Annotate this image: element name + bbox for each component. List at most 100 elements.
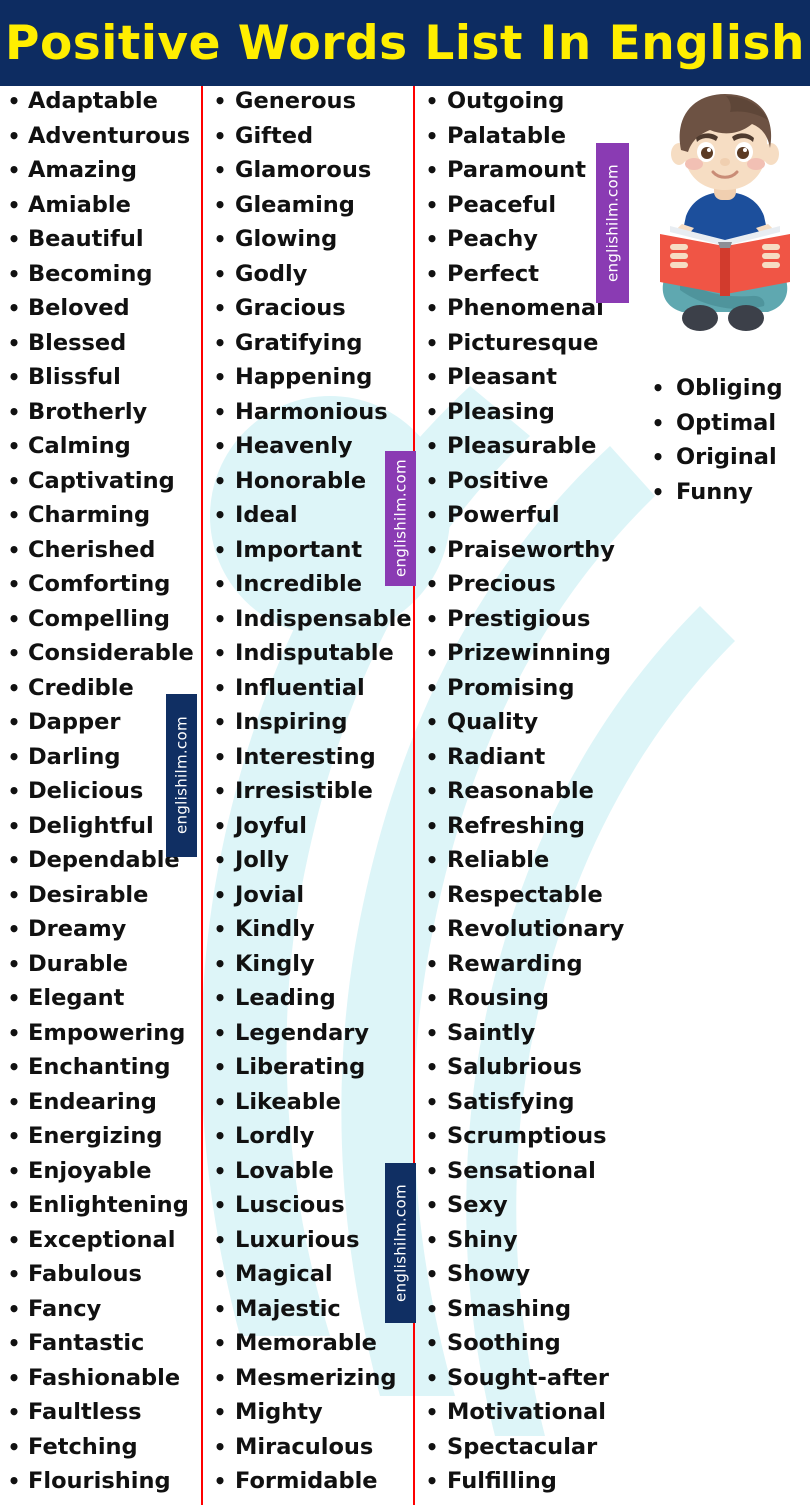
word-item: • Jolly	[205, 847, 412, 882]
word-item: • Original	[640, 444, 810, 479]
word-item: • Indispensable	[205, 606, 412, 641]
word-label: Enchanting	[28, 1054, 171, 1080]
word-item: • Irresistible	[205, 778, 412, 813]
word-item: • Magical	[205, 1261, 412, 1296]
bullet-icon: •	[425, 158, 439, 182]
word-item: • Gifted	[205, 123, 412, 158]
word-label: Elegant	[28, 985, 125, 1011]
bullet-icon: •	[213, 468, 227, 493]
word-label: Respectable	[447, 881, 603, 908]
word-label: Powerful	[447, 502, 560, 528]
bullet-icon: •	[7, 1365, 21, 1390]
word-item: • Empowering	[0, 1020, 200, 1055]
word-item: • Pleasurable	[417, 433, 632, 468]
bullet-icon: •	[7, 1469, 21, 1493]
bullet-icon: •	[213, 779, 227, 803]
word-label: Soothing	[447, 1330, 561, 1356]
word-label: Miraculous	[235, 1433, 374, 1460]
word-item: • Important	[205, 537, 412, 572]
word-item: • Fabulous	[0, 1261, 200, 1296]
bullet-icon: •	[7, 399, 21, 424]
word-column-4: • Obliging • Optimal • Original • Funny	[640, 86, 810, 513]
word-item: • Beloved	[0, 295, 200, 330]
word-label: Empowering	[28, 1019, 186, 1046]
word-item: • Reliable	[417, 847, 632, 882]
word-item: • Gratifying	[205, 330, 412, 365]
bullet-icon: •	[425, 779, 439, 803]
column-divider-1	[201, 86, 203, 1505]
bullet-icon: •	[213, 951, 227, 976]
bullet-icon: •	[651, 376, 665, 400]
word-item: • Sensational	[417, 1158, 632, 1193]
word-label: Kingly	[235, 950, 315, 977]
word-label: Happening	[235, 364, 373, 390]
bullet-icon: •	[425, 882, 439, 907]
word-label: Outgoing	[447, 88, 565, 114]
word-column-2: • Generous • Gifted • Glamorous • Gleaming • Glow…	[205, 86, 412, 1503]
bullet-icon: •	[213, 434, 227, 458]
word-label: Luxurious	[235, 1226, 360, 1253]
word-item: • Rousing	[417, 985, 632, 1020]
bullet-icon: •	[213, 606, 227, 631]
word-label: Cherished	[28, 536, 156, 563]
word-label: Exceptional	[28, 1226, 176, 1253]
word-item: • Glamorous	[205, 157, 412, 192]
word-label: Jolly	[235, 847, 289, 873]
word-label: Joyful	[235, 812, 308, 839]
word-item: • Happening	[205, 364, 412, 399]
bullet-icon: •	[7, 296, 21, 320]
word-item: • Honorable	[205, 468, 412, 503]
word-label: Funny	[676, 478, 753, 505]
bullet-icon: •	[7, 1434, 21, 1459]
word-item: • Adventurous	[0, 123, 200, 158]
word-item: • Beautiful	[0, 226, 200, 261]
bullet-icon: •	[7, 882, 21, 907]
bullet-icon: •	[425, 296, 439, 320]
word-item: • Fantastic	[0, 1330, 200, 1365]
bullet-icon: •	[7, 986, 21, 1010]
word-item: • Glowing	[205, 226, 412, 261]
word-label: Fashionable	[28, 1364, 181, 1391]
word-item: • Mesmerizing	[205, 1365, 412, 1400]
word-label: Dreamy	[28, 916, 127, 942]
bullet-icon: •	[7, 1055, 21, 1079]
word-item: • Enlightening	[0, 1192, 200, 1227]
bullet-icon: •	[425, 1227, 439, 1252]
word-item: • Obliging	[640, 375, 810, 410]
bullet-icon: •	[7, 813, 21, 838]
word-item: • Formidable	[205, 1468, 412, 1503]
word-label: Sensational	[447, 1157, 596, 1184]
bullet-icon: •	[425, 503, 439, 527]
bullet-icon: •	[213, 399, 227, 424]
bullet-icon: •	[425, 951, 439, 976]
bullet-icon: •	[425, 1400, 439, 1424]
word-item: • Positive	[417, 468, 632, 503]
word-item: • Elegant	[0, 985, 200, 1020]
word-item: • Optimal	[640, 410, 810, 445]
bullet-icon: •	[213, 1296, 227, 1321]
word-label: Darling	[28, 743, 121, 770]
bullet-icon: •	[7, 330, 21, 355]
word-label: Influential	[235, 674, 365, 701]
word-item: • Captivating	[0, 468, 200, 503]
word-label: Peaceful	[447, 191, 557, 218]
bullet-icon: •	[213, 813, 227, 838]
word-item: • Exceptional	[0, 1227, 200, 1262]
word-label: Comforting	[28, 571, 171, 597]
word-list-4: • Obliging • Optimal • Original • Funny	[640, 375, 810, 513]
word-item: • Amiable	[0, 192, 200, 227]
bullet-icon: •	[213, 503, 227, 527]
word-label: Satisfying	[447, 1088, 575, 1115]
word-item: • Endearing	[0, 1089, 200, 1124]
bullet-icon: •	[425, 986, 439, 1010]
word-item: • Luscious	[205, 1192, 412, 1227]
word-label: Fetching	[28, 1433, 138, 1460]
word-label: Compelling	[28, 605, 171, 632]
bullet-icon: •	[425, 1331, 439, 1355]
word-item: • Indisputable	[205, 640, 412, 675]
word-label: Glowing	[235, 226, 338, 252]
bullet-icon: •	[7, 917, 21, 941]
word-label: Salubrious	[447, 1054, 582, 1080]
word-label: Fulfilling	[447, 1468, 557, 1494]
word-label: Rewarding	[447, 950, 583, 977]
